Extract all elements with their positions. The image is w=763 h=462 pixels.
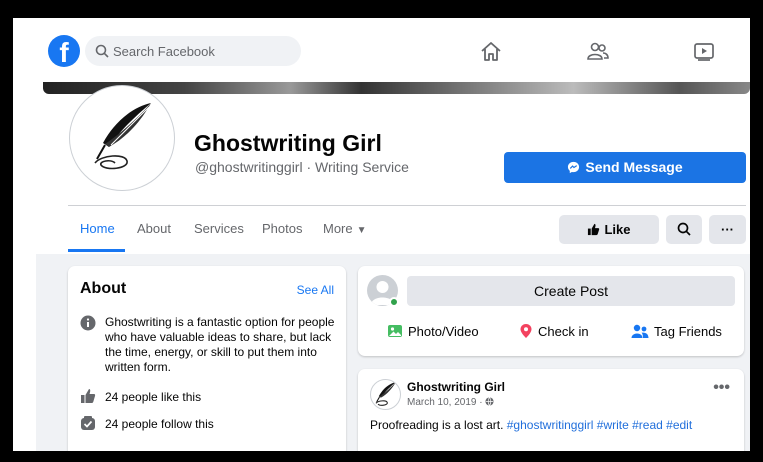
check-in-label: Check in [538, 324, 589, 339]
facebook-logo-icon[interactable]: f [48, 35, 80, 67]
quill-logo-icon [375, 382, 396, 406]
globe-icon [485, 397, 494, 406]
create-post-card: Create Post Photo/Video Check in Tag Fri… [358, 266, 744, 356]
post-author-name[interactable]: Ghostwriting Girl [407, 380, 505, 394]
people-icon[interactable] [586, 40, 610, 62]
about-card: About See All Ghostwriting is a fantasti… [68, 266, 346, 451]
tab-services[interactable]: Services [194, 221, 244, 236]
top-navigation: f [13, 18, 750, 74]
info-icon [80, 315, 96, 331]
tab-about[interactable]: About [137, 221, 171, 236]
post-hashtags[interactable]: #ghostwritinggirl #write #read #edit [507, 418, 692, 432]
location-pin-icon [520, 324, 532, 338]
like-label: Like [604, 222, 631, 237]
tab-photos[interactable]: Photos [262, 221, 302, 236]
page-content: About See All Ghostwriting is a fantasti… [36, 254, 750, 451]
page-handle-category: @ghostwritinggirl · Writing Service [195, 159, 409, 175]
page-search-button[interactable] [666, 215, 702, 244]
tag-friends-label: Tag Friends [654, 324, 722, 339]
caret-down-icon: ▼ [356, 225, 367, 236]
profile-picture[interactable] [70, 86, 174, 190]
about-description: Ghostwriting is a fantastic option for p… [105, 315, 335, 374]
photo-video-action[interactable]: Photo/Video [387, 323, 479, 339]
home-icon[interactable] [479, 40, 503, 62]
search-box[interactable] [85, 36, 301, 66]
post-text: Proofreading is a lost art. [370, 418, 504, 432]
online-status-dot [389, 297, 399, 307]
photo-video-label: Photo/Video [408, 324, 479, 339]
more-options-button[interactable]: ··· [709, 215, 746, 244]
facebook-page: f Search Facebook Ghostwriting Girl @gho… [13, 18, 750, 451]
tag-friends-action[interactable]: Tag Friends [631, 323, 722, 339]
tab-home[interactable]: Home [80, 221, 115, 236]
watch-icon[interactable] [692, 40, 716, 62]
photo-frame: f Search Facebook Ghostwriting Girl @gho… [0, 0, 763, 462]
post-body: Proofreading is a lost art. #ghostwritin… [370, 418, 692, 432]
tab-more[interactable]: More ▼ [323, 221, 367, 236]
like-button[interactable]: Like [559, 215, 659, 244]
active-tab-indicator [68, 249, 125, 252]
post-date-text: March 10, 2019 · [407, 397, 483, 408]
create-post-button[interactable]: Create Post [407, 276, 735, 306]
search-input[interactable] [113, 36, 293, 66]
post-card: Ghostwriting Girl March 10, 2019 · ••• P… [358, 369, 744, 451]
post-timestamp[interactable]: March 10, 2019 · [407, 397, 494, 408]
tab-more-label: More [323, 221, 353, 236]
quill-logo-icon [94, 103, 151, 170]
likes-count: 24 people like this [105, 390, 202, 404]
cover-photo[interactable] [43, 82, 750, 94]
page-title: Ghostwriting Girl [194, 130, 382, 156]
messenger-icon [568, 161, 580, 174]
send-message-button[interactable]: Send Message [504, 152, 746, 183]
check-in-action[interactable]: Check in [519, 323, 589, 339]
about-heading: About [80, 280, 127, 297]
search-icon [95, 44, 109, 58]
follow-check-icon [81, 416, 95, 430]
thumbs-up-icon [588, 223, 600, 236]
post-menu-button[interactable]: ••• [713, 379, 730, 397]
follows-count: 24 people follow this [105, 417, 214, 431]
photo-icon [388, 325, 402, 337]
send-message-label: Send Message [585, 159, 683, 175]
thumbs-up-icon [81, 389, 96, 403]
tag-friends-icon [631, 324, 649, 338]
post-author-avatar[interactable] [370, 379, 401, 410]
see-all-link[interactable]: See All [297, 283, 334, 297]
search-icon [677, 222, 691, 236]
header-divider [68, 205, 746, 206]
